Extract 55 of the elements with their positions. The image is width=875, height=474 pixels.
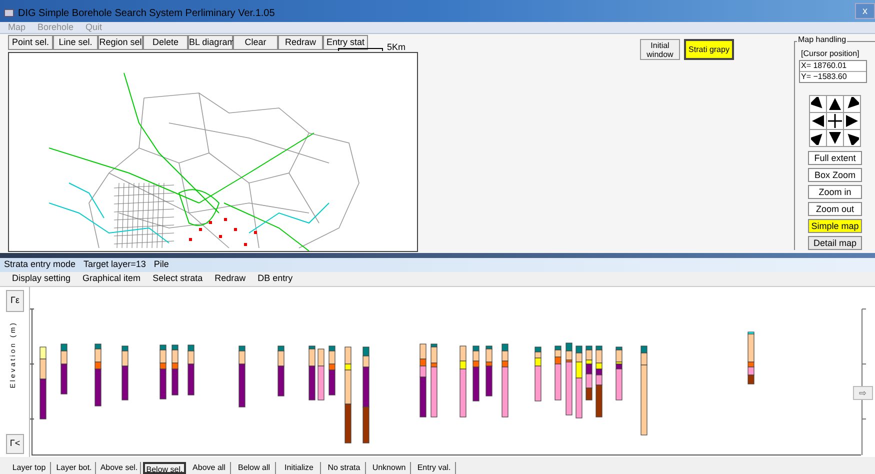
strata-button[interactable]: Above sel. <box>98 462 141 474</box>
pan-button[interactable] <box>844 130 860 146</box>
map-button[interactable]: Full extent <box>808 151 862 165</box>
pan-button[interactable] <box>844 113 860 129</box>
toolbar-button[interactable]: Region sel <box>98 35 143 50</box>
y-coordinate-field: Y= −1583.60 <box>800 72 866 82</box>
x-coordinate-field: X= 18760.01 <box>800 61 866 72</box>
status-text: Strata entry mode <box>4 258 76 272</box>
next-button[interactable]: ⇨ <box>853 386 873 400</box>
nav-up-button[interactable]: Γε <box>6 290 24 312</box>
toolbar-button[interactable]: Entry stat <box>323 35 368 50</box>
toolbar-button[interactable]: Delete <box>143 35 188 50</box>
pan-button[interactable] <box>827 130 843 146</box>
toolbar-button[interactable]: Redraw <box>278 35 323 50</box>
view-button[interactable]: Strati grapy <box>684 39 734 60</box>
app-icon <box>4 9 14 17</box>
status-text: Pile <box>154 258 169 272</box>
pan-button[interactable] <box>810 130 826 146</box>
arrow-up-icon <box>828 97 842 111</box>
arrow-left-icon <box>811 114 825 128</box>
arrow-icon <box>845 97 859 111</box>
scale-label: 5Km <box>387 41 406 50</box>
scale-bar <box>338 48 383 51</box>
menu-item[interactable]: Graphical item <box>82 272 141 286</box>
pan-button[interactable] <box>810 96 826 112</box>
strata-button[interactable]: Below sel. <box>143 462 186 474</box>
menu-item[interactable]: DB entry <box>258 272 293 286</box>
toolbar-button[interactable]: Clear <box>233 35 278 50</box>
toolbar-button[interactable]: BL diagram <box>188 35 233 50</box>
toolbar-button[interactable]: Point sel. <box>8 35 53 50</box>
status-text: Target layer=13 <box>84 258 146 272</box>
crosshair-icon <box>828 114 842 128</box>
cursor-label: [Cursor position] <box>801 48 860 60</box>
pan-button[interactable] <box>827 113 843 129</box>
toolbar-button[interactable]: Line sel. <box>53 35 98 50</box>
arrow-icon <box>811 131 825 145</box>
arrow-icon <box>845 131 859 145</box>
menu-item[interactable]: Display setting <box>12 272 71 286</box>
map-button[interactable]: Detail map <box>808 236 862 250</box>
map-button[interactable]: Simple map <box>808 219 862 233</box>
arrow-down-icon <box>828 131 842 145</box>
map-button[interactable]: Box Zoom <box>808 168 862 182</box>
panel-title: Map handling <box>797 36 848 44</box>
map-button[interactable]: Zoom in <box>808 185 862 199</box>
pan-button[interactable] <box>827 96 843 112</box>
map-button[interactable]: Zoom out <box>808 202 862 216</box>
window-title: DIG Simple Borehole Search System Perliminary Ver.1.05 <box>18 6 275 20</box>
arrow-right-icon <box>845 114 859 128</box>
arrow-icon <box>811 97 825 111</box>
nav-down-button[interactable]: Γ< <box>6 434 24 454</box>
menu-item[interactable]: Redraw <box>214 272 246 286</box>
pan-button[interactable] <box>844 96 860 112</box>
view-button[interactable]: Initial window <box>640 39 680 60</box>
pan-button[interactable] <box>810 113 826 129</box>
menu-item[interactable]: Select strata <box>152 272 203 286</box>
